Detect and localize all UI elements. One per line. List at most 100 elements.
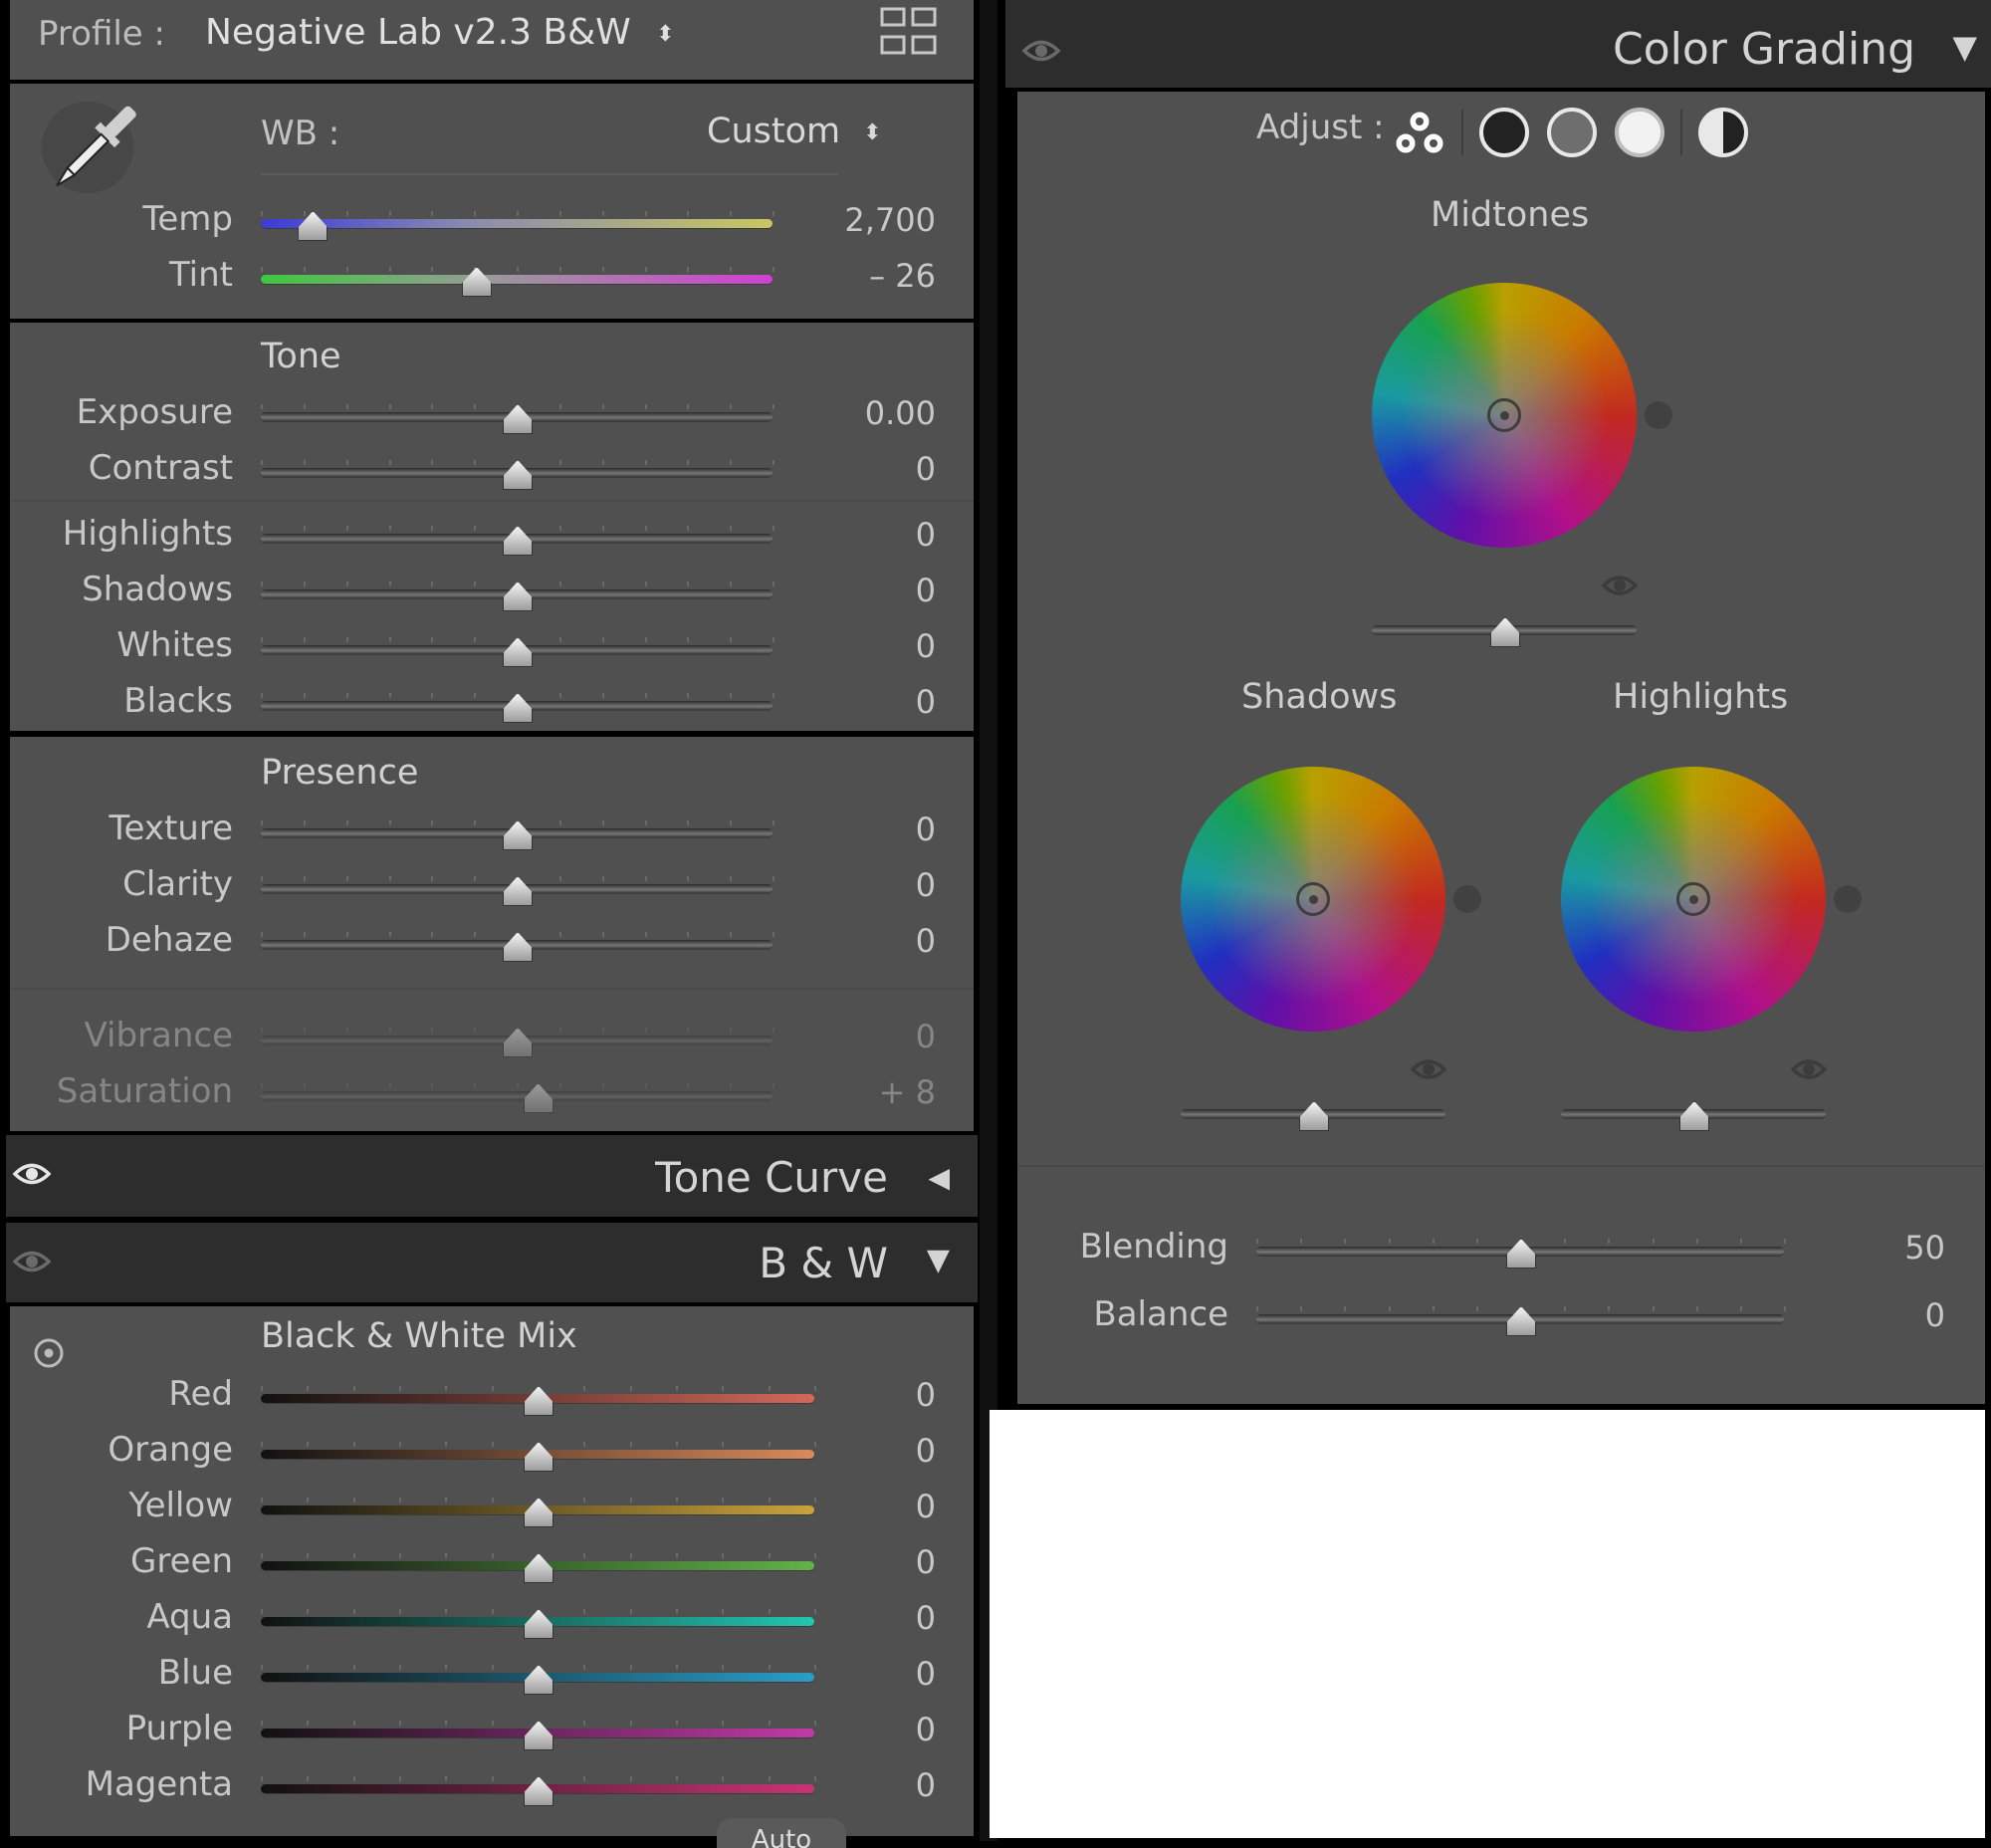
tone-contrast-label: Contrast	[88, 448, 233, 488]
slider-tick	[1695, 1306, 1698, 1311]
tone-blacks-value: 0	[915, 683, 936, 721]
slider-tick	[676, 1776, 678, 1781]
slider-tick	[474, 876, 477, 881]
slider-tick	[1344, 1306, 1347, 1311]
slider-tick	[601, 1028, 604, 1033]
eye-icon[interactable]	[12, 1159, 52, 1193]
slider-tick	[303, 1083, 306, 1088]
color-grading-panel: Adjust : Midtones Shadows Highlights	[1017, 92, 1985, 1404]
slider-tick	[431, 581, 434, 586]
highlights-view-icon[interactable]	[1615, 108, 1664, 157]
slider-tick	[345, 460, 348, 465]
slider-tick	[644, 460, 647, 465]
slider-tick	[431, 267, 434, 272]
shadows-eye-icon[interactable]	[1410, 1055, 1447, 1087]
tone-exposure-label: Exposure	[76, 392, 233, 432]
slider-tick	[345, 1083, 348, 1088]
wb-dropdown[interactable]: Custom ⬍	[707, 112, 882, 151]
three-way-view-icon[interactable]	[1390, 106, 1449, 165]
slider-tick	[307, 1721, 310, 1726]
profile-dropdown[interactable]: Negative Lab v2.3 B&W ⬍	[205, 12, 675, 53]
bw-header[interactable]: B & W ▼	[6, 1223, 978, 1302]
slider-tick	[644, 526, 647, 531]
slider-tick	[303, 693, 306, 698]
slider-tick	[261, 267, 263, 272]
highlights-target-handle[interactable]	[1676, 882, 1710, 916]
slider-tick	[676, 1553, 678, 1558]
profile-browser-grid-icon[interactable]	[880, 6, 938, 56]
slider-tick	[345, 637, 348, 642]
slider-tick	[601, 267, 604, 272]
tone-title: Tone	[261, 337, 341, 376]
slider-tick	[814, 1609, 816, 1614]
slider-tick	[352, 1553, 355, 1558]
slider-tick	[583, 1609, 586, 1614]
slider-tick	[1784, 1306, 1786, 1311]
tint-label: Tint	[168, 255, 233, 295]
eye-icon[interactable]	[1021, 36, 1061, 70]
shadows-view-icon[interactable]	[1479, 108, 1529, 157]
collapse-down-icon[interactable]: ▼	[1952, 28, 1977, 66]
slider-tick	[345, 267, 348, 272]
slider-tick	[445, 1665, 448, 1670]
tone-divider	[10, 500, 974, 502]
slider-tick	[399, 1665, 401, 1670]
shadows-saturation-dot[interactable]	[1453, 885, 1481, 913]
slider-tick	[261, 1721, 263, 1726]
auto-button[interactable]: Auto	[717, 1818, 846, 1848]
slider-tick	[558, 820, 561, 825]
eyedropper-icon[interactable]	[36, 96, 145, 205]
slider-tick	[1564, 1239, 1567, 1244]
midtones-view-icon[interactable]	[1547, 108, 1597, 157]
collapse-left-icon[interactable]: ◀	[928, 1161, 950, 1194]
adjust-separator	[1680, 110, 1682, 155]
slider-tick	[303, 932, 306, 937]
bw-aqua-label: Aqua	[146, 1597, 233, 1637]
bw-blue-value: 0	[915, 1655, 936, 1693]
slider-tick	[261, 404, 263, 409]
slider-tick	[345, 581, 348, 586]
target-adjust-icon[interactable]	[32, 1336, 66, 1374]
slider-tick	[687, 1028, 690, 1033]
slider-tick	[814, 1553, 816, 1558]
presence-saturation-slider-track[interactable]	[261, 1083, 774, 1100]
global-view-icon[interactable]	[1698, 108, 1748, 157]
slider-tick	[601, 581, 604, 586]
tone-curve-header[interactable]: Tone Curve ◀	[6, 1135, 978, 1217]
shadows-target-handle[interactable]	[1296, 882, 1330, 916]
bw-orange-label: Orange	[108, 1430, 233, 1470]
slider-tick	[399, 1776, 401, 1781]
highlights-eye-icon[interactable]	[1790, 1055, 1828, 1087]
slider-tick	[352, 1442, 355, 1447]
slider-tick	[352, 1776, 355, 1781]
midtones-saturation-dot[interactable]	[1645, 401, 1672, 429]
slider-tick	[445, 1498, 448, 1502]
color-grading-header[interactable]: Color Grading ▼	[1005, 0, 1991, 88]
temp-slider-track[interactable]	[261, 211, 774, 228]
balance-value: 0	[1924, 1296, 1945, 1334]
profile-bar: Profile : Negative Lab v2.3 B&W ⬍	[10, 0, 974, 80]
tone-blacks-label: Blacks	[123, 681, 233, 721]
slider-tick	[676, 1498, 678, 1502]
slider-tick	[687, 637, 690, 642]
slider-tick	[676, 1721, 678, 1726]
slider-tick	[474, 211, 477, 216]
eye-icon[interactable]	[12, 1247, 52, 1280]
collapse-down-icon[interactable]: ▼	[927, 1243, 950, 1277]
tint-slider-track[interactable]	[261, 267, 774, 284]
slider-tick	[687, 876, 690, 881]
slider-tick	[491, 1498, 494, 1502]
midtones-target-handle[interactable]	[1487, 398, 1521, 432]
slider-tick	[474, 932, 477, 937]
slider-tick	[474, 637, 477, 642]
slider-tick	[558, 460, 561, 465]
slider-tick	[1475, 1239, 1478, 1244]
bw-purple-label: Purple	[125, 1709, 233, 1748]
bw-magenta-value: 0	[915, 1766, 936, 1804]
slider-tick	[445, 1721, 448, 1726]
slider-tick	[629, 1498, 632, 1502]
slider-tick	[1695, 1239, 1698, 1244]
highlights-saturation-dot[interactable]	[1834, 885, 1862, 913]
midtones-eye-icon[interactable]	[1601, 572, 1639, 603]
slider-tick	[687, 526, 690, 531]
